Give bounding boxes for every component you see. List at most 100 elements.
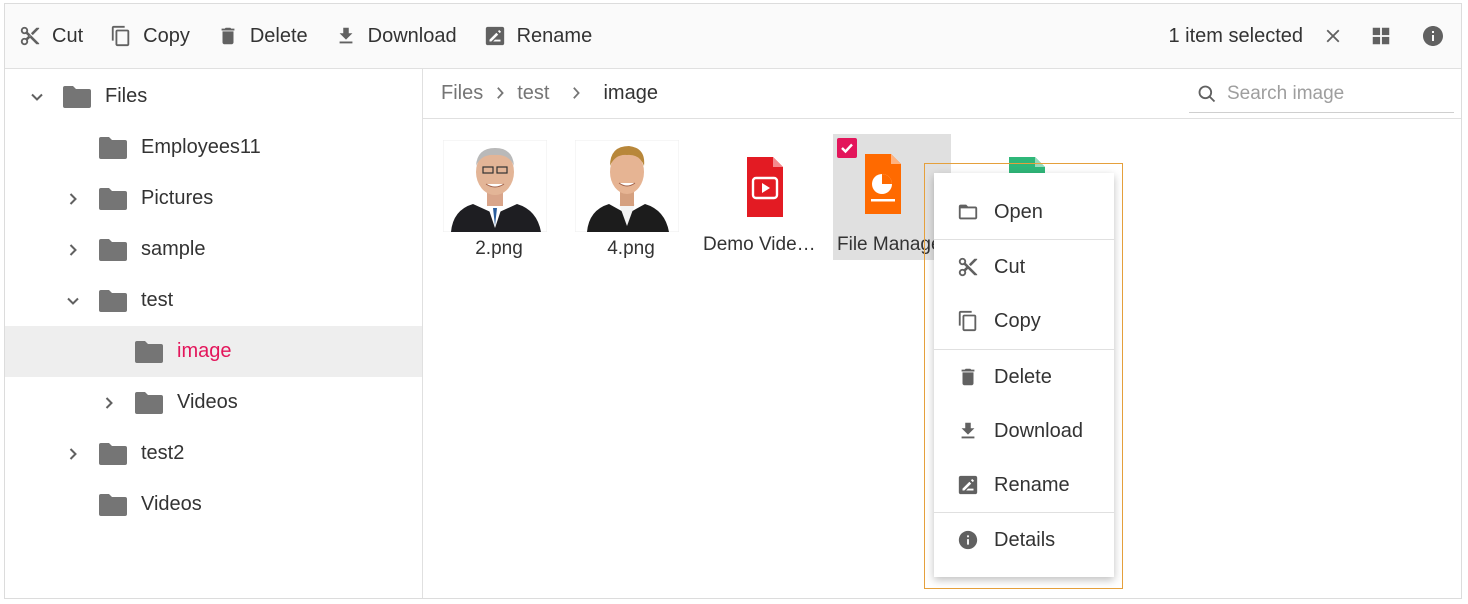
tree-node-image[interactable]: image (5, 326, 422, 377)
breadcrumb-item-test[interactable]: test (517, 82, 549, 105)
view-toggle-button[interactable] (1361, 16, 1401, 56)
breadcrumb-item-image: image (603, 81, 658, 104)
tree-node-label: Videos (177, 391, 238, 413)
tree-node-label: sample (141, 238, 206, 260)
tree-node-label: image (177, 340, 232, 362)
toolbar-right: 1 item selected (1168, 16, 1461, 56)
chevron-down-icon[interactable] (27, 87, 47, 107)
context-menu-copy[interactable]: Copy (934, 294, 1114, 348)
file-thumbnail (574, 139, 680, 233)
file-manager: Cut Copy Delete Download Rename 1 item s… (4, 3, 1462, 599)
file-name: 4.png (607, 238, 655, 259)
tree-node-label: test (141, 289, 174, 311)
rename-icon (958, 475, 978, 495)
tree-node-label: Pictures (141, 187, 214, 209)
copy-icon (111, 25, 130, 47)
cut-label: Cut (52, 24, 84, 47)
tree-node-label: test2 (141, 442, 185, 464)
delete-button[interactable]: Delete (203, 16, 321, 56)
folder-icon (135, 391, 163, 414)
breadcrumb-item-files[interactable]: Files (441, 82, 483, 105)
context-menu-label: Details (994, 528, 1056, 551)
file-item-4png[interactable]: 4.png (573, 136, 689, 260)
details-button[interactable] (1413, 16, 1453, 56)
context-menu-label: Download (994, 419, 1083, 442)
copy-label: Copy (143, 24, 190, 47)
context-menu-delete[interactable]: Delete (934, 350, 1114, 404)
cut-button[interactable]: Cut (5, 16, 96, 56)
video-file-icon (747, 157, 783, 217)
scissors-icon (20, 26, 40, 46)
folder-icon (99, 493, 127, 516)
tree-node-files[interactable]: Files (5, 71, 422, 122)
context-menu-download[interactable]: Download (934, 404, 1114, 458)
context-menu-label: Open (994, 200, 1043, 223)
selection-checkbox[interactable] (837, 138, 857, 158)
tree-node-pictures[interactable]: Pictures (5, 173, 422, 224)
download-label: Download (367, 24, 457, 47)
chevron-right-icon (549, 86, 603, 100)
context-menu-cut[interactable]: Cut (934, 240, 1114, 294)
folder-icon (99, 136, 127, 159)
search-icon (1198, 85, 1216, 103)
context-menu-label: Copy (994, 309, 1041, 332)
selection-count-text: 1 item selected (1168, 24, 1303, 47)
navigation-tree: Files Employees11 Pictures sample test i… (5, 68, 423, 598)
file-item-demo-video[interactable]: Demo Video.mp4 (703, 136, 819, 260)
context-menu-details[interactable]: Details (934, 513, 1114, 567)
context-menu-open[interactable]: Open (934, 185, 1114, 239)
file-thumbnail (442, 139, 548, 233)
tree-node-videos-root[interactable]: Videos (5, 479, 422, 530)
context-menu-rename[interactable]: Rename (934, 458, 1114, 512)
person-photo-icon (442, 139, 548, 233)
folder-icon (99, 187, 127, 210)
folder-open-icon (958, 204, 978, 220)
copy-icon (958, 310, 977, 332)
download-button[interactable]: Download (321, 16, 470, 56)
scissors-icon (958, 257, 978, 277)
folder-icon (99, 238, 127, 261)
info-icon (958, 530, 978, 550)
download-icon (339, 27, 353, 44)
tree-node-sample[interactable]: sample (5, 224, 422, 275)
context-menu-label: Delete (994, 365, 1052, 388)
trash-icon (961, 368, 975, 386)
chevron-down-icon[interactable] (63, 291, 83, 311)
folder-icon (135, 340, 163, 363)
chevron-right-icon[interactable] (63, 444, 83, 464)
tree-node-label: Employees11 (141, 136, 261, 158)
clear-selection-button[interactable] (1313, 16, 1353, 56)
info-icon (1423, 26, 1443, 46)
delete-label: Delete (249, 24, 308, 47)
chevron-right-icon[interactable] (63, 240, 83, 260)
check-icon (841, 143, 853, 154)
breadcrumb: Files test image (423, 68, 1461, 119)
chevron-right-icon[interactable] (63, 189, 83, 209)
file-item-2png[interactable]: 2.png (441, 136, 557, 260)
rename-button[interactable]: Rename (470, 16, 606, 56)
search-box (1189, 76, 1454, 113)
file-name: Demo Video.mp4 (703, 234, 819, 255)
trash-icon (221, 27, 235, 45)
person-photo-icon (574, 139, 680, 233)
tree-node-label: Videos (141, 493, 202, 515)
chevron-right-icon (483, 86, 517, 100)
tree-node-test2[interactable]: test2 (5, 428, 422, 479)
tree-node-videos[interactable]: Videos (5, 377, 422, 428)
toolbar: Cut Copy Delete Download Rename 1 item s… (5, 4, 1461, 69)
file-thumbnail (713, 140, 817, 234)
folder-icon (99, 289, 127, 312)
download-icon (961, 422, 975, 439)
rename-label: Rename (516, 24, 593, 47)
tree-node-test[interactable]: test (5, 275, 422, 326)
grid-view-icon (1372, 27, 1390, 45)
context-menu-label: Cut (994, 255, 1026, 278)
chevron-right-icon[interactable] (99, 393, 119, 413)
folder-icon (99, 442, 127, 465)
tree-node-label: Files (105, 85, 148, 107)
tree-node-employees11[interactable]: Employees11 (5, 122, 422, 173)
rename-icon (485, 26, 504, 46)
search-input[interactable] (1225, 82, 1449, 106)
copy-button[interactable]: Copy (96, 16, 203, 56)
close-icon (1326, 29, 1340, 43)
